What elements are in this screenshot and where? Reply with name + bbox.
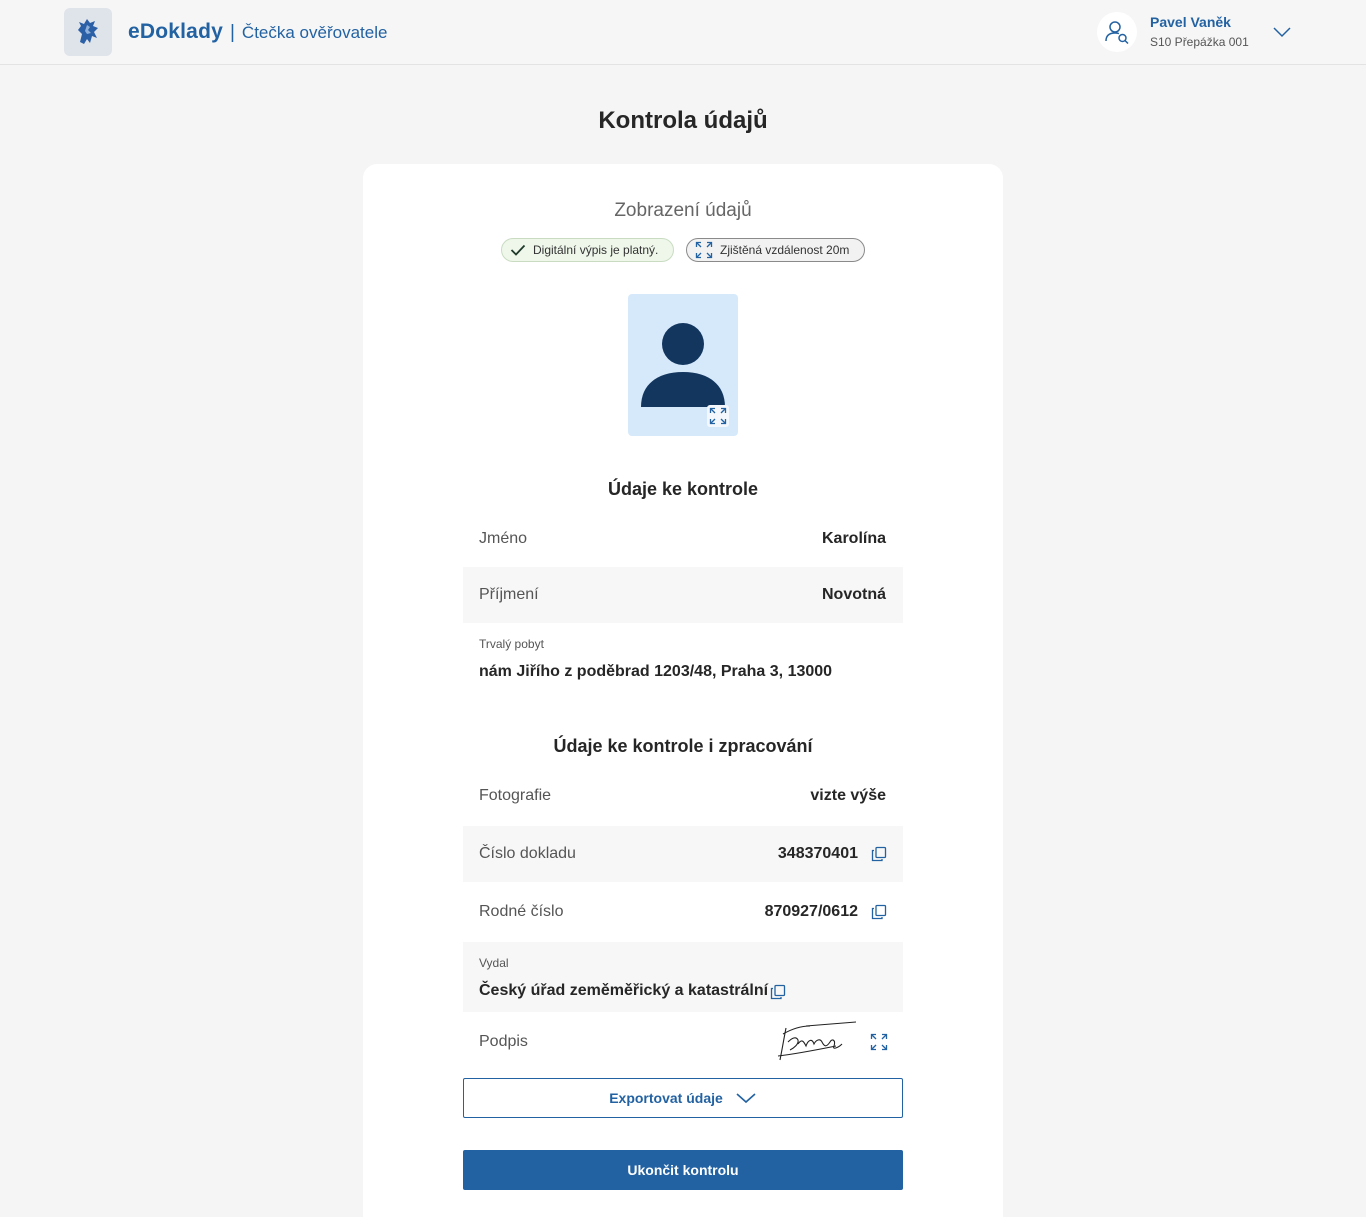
birth-number-value: 870927/0612 [764,903,858,920]
issuer-value: Český úřad zeměměřický a katastrální [479,982,769,999]
page-title: Kontrola údajů [598,107,768,134]
distance-text: Zjištěná vzdálenost 20m [720,243,850,257]
expand-signature-icon[interactable] [870,1033,888,1051]
valid-status-badge: Digitální výpis je platný. [501,238,674,262]
copy-icon[interactable] [871,904,887,920]
export-data-label: Exportovat údaje [609,1090,723,1106]
chevron-down-icon[interactable] [1271,24,1293,40]
display-subtitle: Zobrazení údajů [614,200,752,221]
brand[interactable]: eDoklady | Čtečka ověřovatele [128,20,387,46]
check-icon [510,244,526,256]
finish-check-label: Ukončit kontrolu [627,1162,739,1178]
signature-label: Podpis [479,1033,528,1050]
signature-image [777,1021,857,1061]
user-name[interactable]: Pavel Vaněk [1150,14,1231,30]
copy-icon[interactable] [770,984,786,1000]
row-last-name: Příjmení Novotná [463,567,903,623]
check-section-title: Údaje ke kontrole [607,479,759,499]
photo-value: vizte výše [810,787,886,804]
brand-separator: | [229,22,235,43]
doc-number-label: Číslo dokladu [479,845,576,862]
photo-label: Fotografie [479,787,552,804]
residence-label: Trvalý pobyt [479,637,544,651]
app-name: eDoklady [128,20,223,43]
doc-number-value: 348370401 [777,845,858,862]
top-bar: eDoklady | Čtečka ověřovatele Pavel Vaně… [0,0,1366,65]
user-desk: S10 Přepážka 001 [1150,35,1249,49]
first-name-label: Jméno [479,530,528,547]
expand-photo-icon[interactable] [707,405,729,427]
valid-status-text: Digitální výpis je platný. [533,243,659,257]
expand-arrows-icon [695,241,713,259]
process-section-title: Údaje ke kontrole i zpracování [553,736,813,756]
distance-badge: Zjištěná vzdálenost 20m [686,238,865,262]
row-photo: Fotografie vizte výše [463,768,903,824]
last-name-label: Příjmení [479,586,539,603]
copy-icon[interactable] [871,846,887,862]
residence-value: nám Jiřího z poděbrad 1203/48, Praha 3, … [479,663,833,680]
row-doc-number: Číslo dokladu 348370401 [463,826,903,882]
app-subtitle: Čtečka ověřovatele [241,23,388,42]
row-birth-number: Rodné číslo 870927/0612 [463,884,903,940]
birth-number-label: Rodné číslo [479,903,564,920]
user-search-icon[interactable] [1097,12,1137,52]
last-name-value: Novotná [822,586,886,603]
export-data-button[interactable]: Exportovat údaje [463,1078,903,1118]
lion-coat-of-arms-icon[interactable] [64,8,112,56]
finish-check-button[interactable]: Ukončit kontrolu [463,1150,903,1190]
chevron-down-icon [736,1093,756,1104]
row-first-name: Jméno Karolína [463,511,903,567]
row-issuer [463,942,903,1012]
issuer-label: Vydal [479,956,509,970]
first-name-value: Karolína [821,530,886,547]
